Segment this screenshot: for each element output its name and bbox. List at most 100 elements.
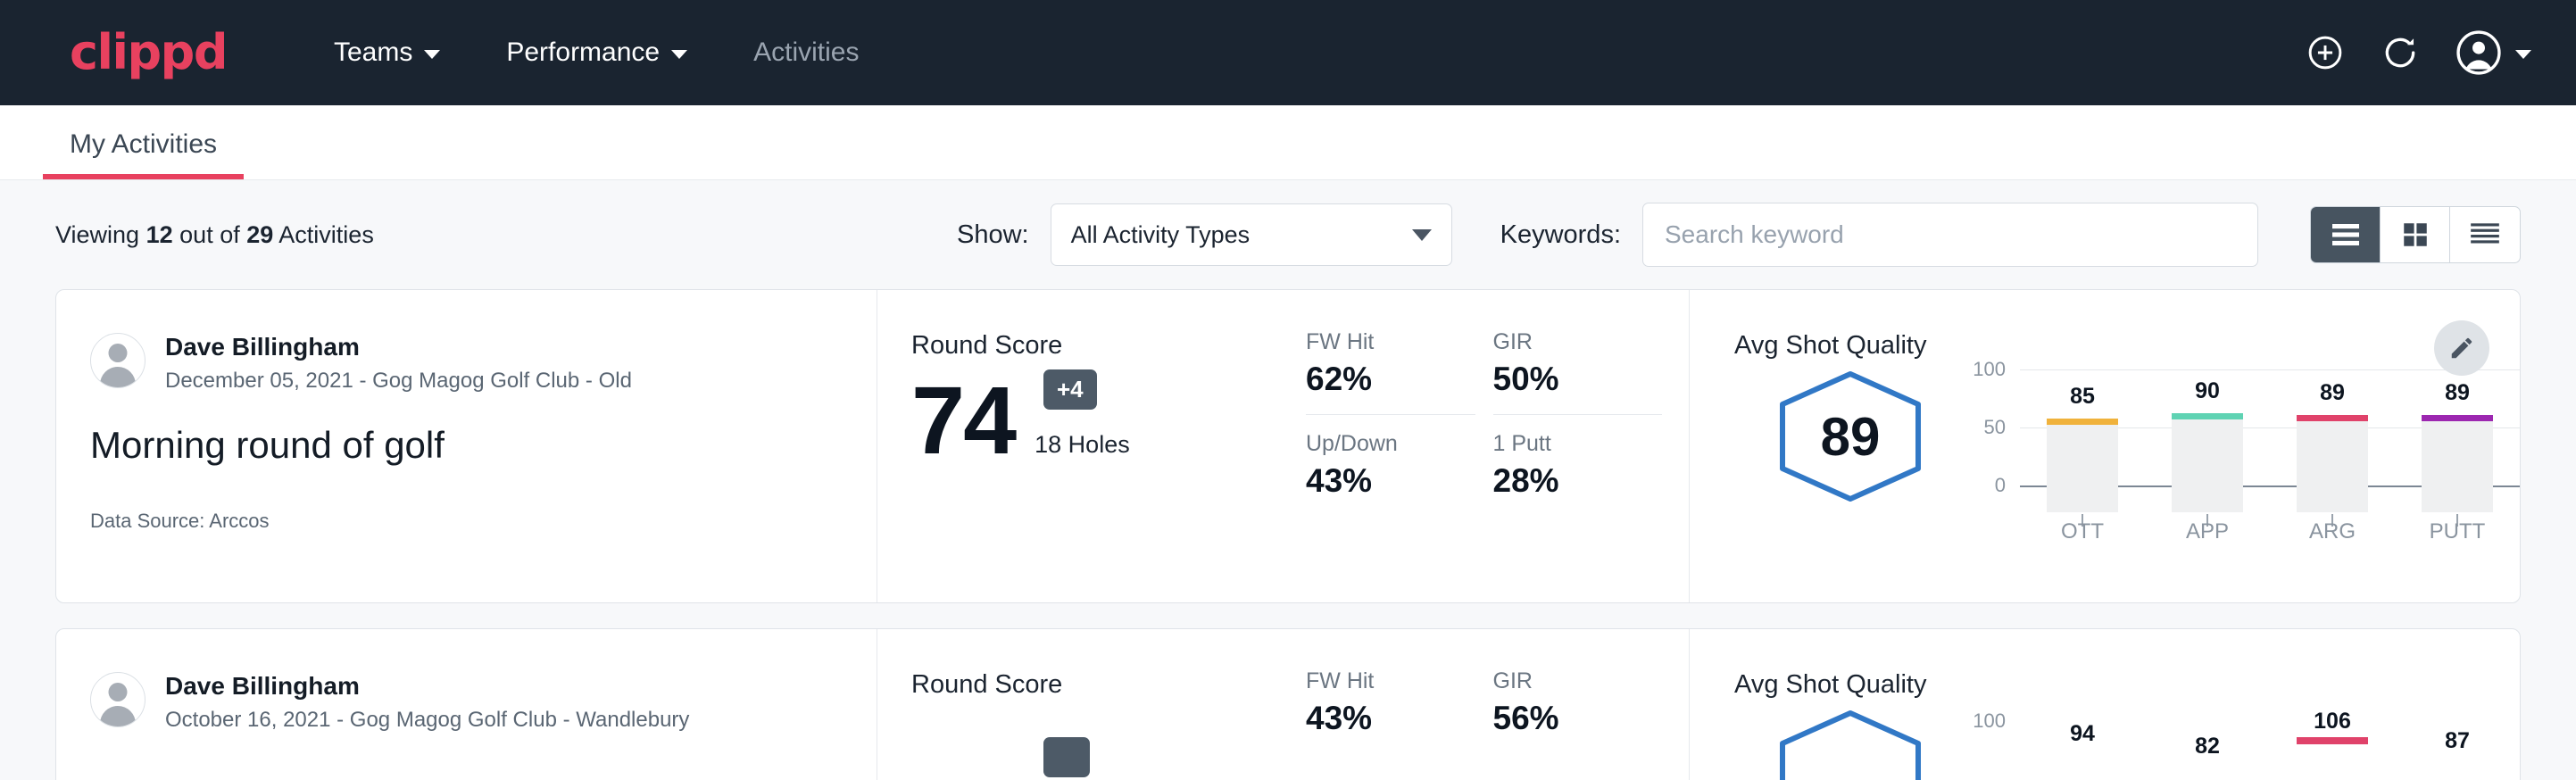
stat-label: 1 Putt [1493,431,1663,457]
avatar-body [100,367,136,388]
edit-activity-button[interactable] [2434,320,2489,376]
score-to-par-badge [1043,737,1090,777]
chart-bar: 82 [2172,709,2243,762]
stat-value: 50% [1493,361,1663,398]
clippd-logo[interactable]: clippd [70,29,227,77]
viewing-count: 12 [146,221,173,248]
chart-bar: 94 [2047,709,2118,762]
chart-y-axis: 100 [1966,709,2013,780]
activity-info-column: Dave Billingham December 05, 2021 - Gog … [56,290,877,602]
chart-bar-group: 106 [2297,709,2368,780]
avg-shot-quality-body: 89 100 50 0 85 [1734,369,2520,544]
show-label: Show: [957,220,1029,250]
activity-card[interactable]: Dave Billingham October 16, 2021 - Gog M… [55,628,2521,780]
viewing-prefix: Viewing [55,221,139,248]
chart-x-labels: OTT APP ARG PUTT [2020,519,2520,544]
chart-bar-value: 94 [2047,721,2118,747]
stat-gir: GIR 50% [1493,329,1663,415]
chart-bars: 85 90 [2020,369,2520,512]
filter-controls: Show: All Activity Types Keywords: [957,203,2521,267]
stat-up-down: Up/Down 43% [1306,431,1475,500]
shot-quality-chart: 100 94 82 [1966,709,2520,780]
round-score-label: Round Score [911,670,1306,700]
avatar [90,333,145,388]
chart-bar-group: 90 [2172,369,2243,512]
avatar-head [109,344,128,362]
viewing-suffix: Activities [278,221,374,248]
list-view-button[interactable] [2311,207,2381,262]
chart-bar-cap [2297,415,2368,421]
holes-played: 18 Holes [1035,431,1130,467]
round-score-value-group: 74 +4 18 Holes [911,375,1306,467]
chart-bar-cap [2172,413,2243,419]
stat-value: 62% [1306,361,1475,398]
chart-bar-value: 87 [2422,728,2493,754]
viewing-middle: out of [179,221,240,248]
score-to-par-badge: +4 [1043,369,1097,410]
chart-bar: 89 [2297,421,2368,512]
viewing-summary: Viewing 12 out of 29 Activities [55,221,374,249]
chart-bar: 90 [2172,419,2243,512]
tab-my-activities[interactable]: My Activities [43,129,244,179]
activity-type-value: All Activity Types [1071,221,1251,249]
refresh-icon[interactable] [2380,32,2421,73]
author-name: Dave Billingham [165,333,632,361]
avg-shot-quality-column: Avg Shot Quality 89 100 50 0 [1690,290,2520,602]
tab-label: My Activities [70,129,217,159]
keywords-label: Keywords: [1500,220,1621,250]
chevron-down-icon [424,50,440,59]
chart-bar-group: 89 [2297,369,2368,512]
quality-hexagon-wrapper [1734,709,1966,780]
compact-view-button[interactable] [2450,207,2520,262]
chart-bar-group: 85 [2047,369,2118,512]
shot-quality-chart: 100 50 0 85 [1966,369,2520,544]
quality-hexagon-wrapper: 89 [1734,369,1966,503]
stat-value: 28% [1493,462,1663,500]
chart-y-axis: 100 50 0 [1966,369,2013,512]
chart-bar-group: 87 [2422,709,2493,780]
y-tick: 0 [1995,474,2006,497]
tab-bar: My Activities [0,105,2576,180]
chart-bars: 94 82 106 [2020,709,2520,780]
activity-data-source: Data Source: Arccos [90,510,837,533]
activity-meta: October 16, 2021 - Gog Magog Golf Club -… [165,708,689,733]
chart-bar-value: 90 [2172,378,2243,404]
avatar-head [109,683,128,701]
top-navigation-bar: clippd Teams Performance Activities [0,0,2576,105]
chart-bar-value: 89 [2297,380,2368,406]
chart-bar-value: 106 [2297,709,2368,734]
viewing-total: 29 [246,221,273,248]
view-mode-toggle [2310,206,2521,263]
quality-hexagon [1775,709,1925,780]
chevron-down-icon [671,50,687,59]
account-avatar[interactable] [2455,29,2531,77]
nav-item-performance[interactable]: Performance [506,37,687,68]
avatar [90,672,145,727]
activity-author: Dave Billingham October 16, 2021 - Gog M… [90,672,837,733]
chevron-down-icon [2515,50,2531,59]
x-tick-label: APP [2172,519,2243,544]
avg-shot-quality-body: 100 94 82 [1734,709,2520,780]
round-score-column: Round Score 74 +4 18 Holes [877,290,1306,602]
search-input-wrapper[interactable] [1642,203,2258,267]
activity-card[interactable]: Dave Billingham December 05, 2021 - Gog … [55,289,2521,603]
chart-bar-value: 85 [2047,384,2118,410]
stat-value: 43% [1306,700,1475,737]
nav-item-activities[interactable]: Activities [753,37,859,68]
chevron-down-icon [1412,229,1432,241]
activity-type-select[interactable]: All Activity Types [1051,203,1452,266]
add-icon[interactable] [2305,32,2346,73]
grid-view-button[interactable] [2381,207,2450,262]
chart-bar: 85 [2047,425,2118,512]
stat-fw-hit: FW Hit 62% [1306,329,1475,415]
stat-value: 43% [1306,462,1475,500]
nav-item-teams[interactable]: Teams [334,37,440,68]
stat-label: GIR [1493,668,1663,694]
activity-info-column: Dave Billingham October 16, 2021 - Gog M… [56,629,877,780]
author-name: Dave Billingham [165,672,689,701]
nav-item-label: Activities [753,37,859,68]
chart-bar-cap [2047,419,2118,425]
chart-bar-group: 82 [2172,709,2243,780]
search-input[interactable] [1665,220,2236,249]
stat-value: 56% [1493,700,1663,737]
